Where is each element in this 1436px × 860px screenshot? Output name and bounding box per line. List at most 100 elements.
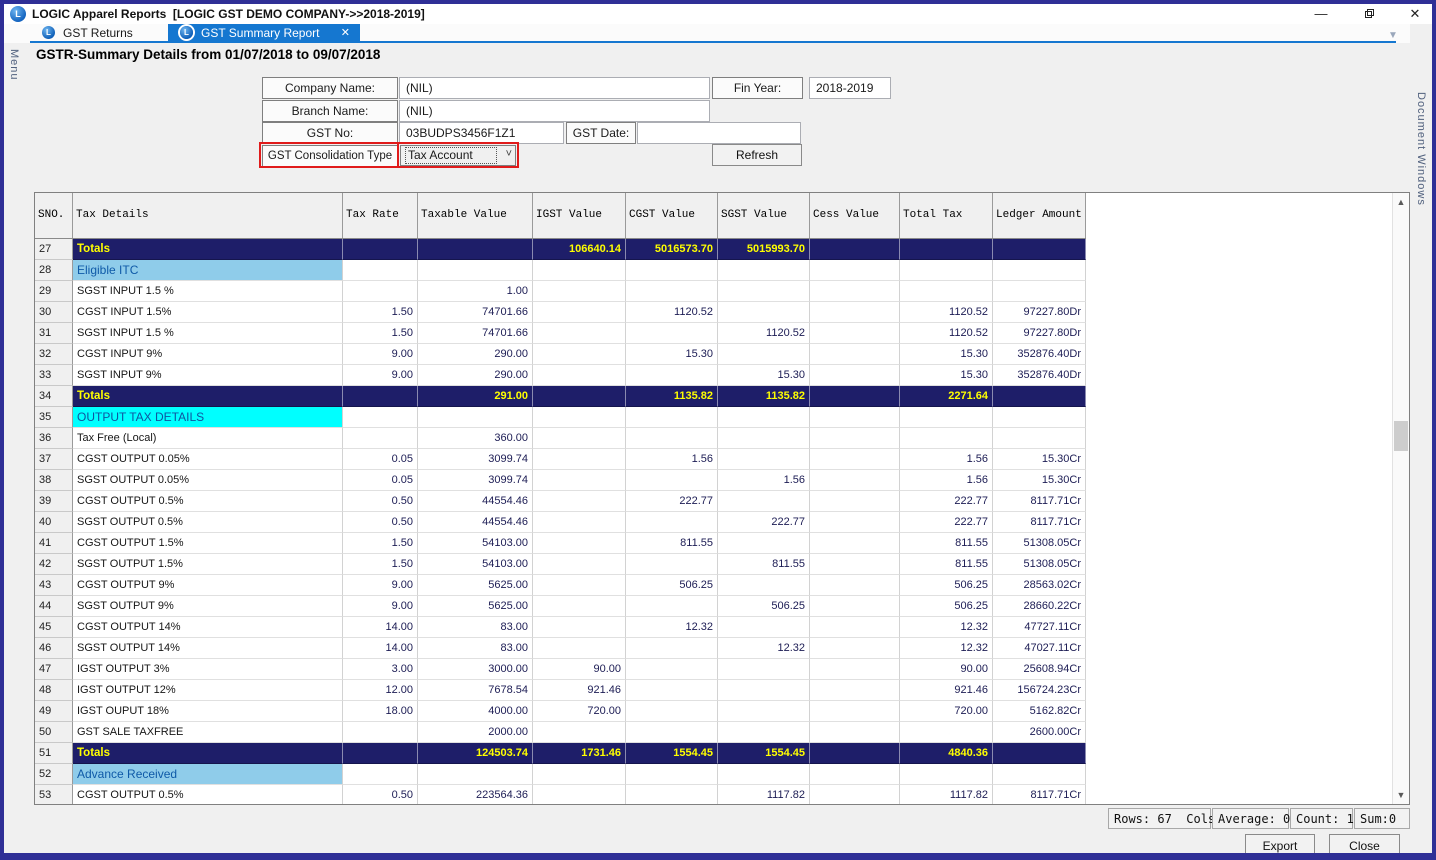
total-cell[interactable] (900, 722, 993, 743)
cgst-cell[interactable] (626, 365, 718, 386)
cess-cell[interactable] (810, 722, 900, 743)
taxable-cell[interactable]: 360.00 (418, 428, 533, 449)
igst-cell[interactable] (533, 302, 626, 323)
tax-details-cell[interactable]: SGST OUTPUT 9% (73, 596, 343, 617)
ledger-cell[interactable] (993, 764, 1086, 785)
taxable-cell[interactable]: 54103.00 (418, 533, 533, 554)
sgst-cell[interactable] (718, 260, 810, 281)
tax-details-cell[interactable]: SGST OUTPUT 1.5% (73, 554, 343, 575)
rate-cell[interactable]: 9.00 (343, 596, 418, 617)
sgst-cell[interactable] (718, 491, 810, 512)
rate-cell[interactable]: 9.00 (343, 344, 418, 365)
tax-details-cell[interactable]: Tax Free (Local) (73, 428, 343, 449)
cgst-cell[interactable]: 1554.45 (626, 743, 718, 764)
tax-details-cell[interactable]: SGST OUTPUT 14% (73, 638, 343, 659)
rate-cell[interactable]: 14.00 (343, 617, 418, 638)
rate-cell[interactable]: 18.00 (343, 701, 418, 722)
igst-cell[interactable] (533, 617, 626, 638)
ledger-cell[interactable]: 51308.05Cr (993, 554, 1086, 575)
taxable-cell[interactable]: 290.00 (418, 344, 533, 365)
igst-cell[interactable] (533, 323, 626, 344)
ledger-cell[interactable]: 352876.40Dr (993, 344, 1086, 365)
igst-cell[interactable] (533, 386, 626, 407)
scroll-up-arrow-icon[interactable]: ▲ (1393, 193, 1409, 211)
rate-cell[interactable]: 0.05 (343, 470, 418, 491)
tax-details-cell[interactable]: CGST OUTPUT 14% (73, 617, 343, 638)
igst-cell[interactable] (533, 722, 626, 743)
cess-cell[interactable] (810, 428, 900, 449)
tax-details-cell[interactable]: GST SALE TAXFREE (73, 722, 343, 743)
cgst-cell[interactable] (626, 596, 718, 617)
cess-cell[interactable] (810, 617, 900, 638)
vertical-scrollbar[interactable]: ▲ ▼ (1392, 193, 1409, 804)
total-cell[interactable]: 1.56 (900, 449, 993, 470)
sgst-cell[interactable] (718, 428, 810, 449)
tax-details-cell[interactable]: CGST OUTPUT 0.5% (73, 491, 343, 512)
row-number-cell[interactable]: 34 (35, 386, 73, 407)
igst-cell[interactable] (533, 470, 626, 491)
row-number-cell[interactable]: 42 (35, 554, 73, 575)
row-number-cell[interactable]: 37 (35, 449, 73, 470)
row-number-cell[interactable]: 41 (35, 533, 73, 554)
gst-consolidation-type-select[interactable]: Tax Account ˅ (400, 145, 516, 166)
cgst-cell[interactable]: 1120.52 (626, 302, 718, 323)
gst-date-field[interactable] (637, 122, 801, 144)
rate-cell[interactable]: 3.00 (343, 659, 418, 680)
total-cell[interactable]: 506.25 (900, 575, 993, 596)
cgst-cell[interactable]: 12.32 (626, 617, 718, 638)
row-number-cell[interactable]: 28 (35, 260, 73, 281)
rate-cell[interactable]: 12.00 (343, 680, 418, 701)
cgst-cell[interactable] (626, 323, 718, 344)
tab-gst-returns[interactable]: L GST Returns (30, 24, 168, 41)
cgst-cell[interactable] (626, 470, 718, 491)
ledger-cell[interactable]: 28660.22Cr (993, 596, 1086, 617)
taxable-cell[interactable] (418, 407, 533, 428)
cgst-cell[interactable] (626, 785, 718, 805)
sgst-cell[interactable]: 811.55 (718, 554, 810, 575)
rate-cell[interactable] (343, 764, 418, 785)
menu-collapsed-panel[interactable]: Menu (8, 49, 20, 81)
taxable-cell[interactable] (418, 764, 533, 785)
tax-details-cell[interactable]: SGST INPUT 1.5 % (73, 281, 343, 302)
tax-details-cell[interactable]: Eligible ITC (73, 260, 343, 281)
company-name-field[interactable]: (NIL) (399, 77, 710, 99)
tax-details-cell[interactable]: SGST INPUT 9% (73, 365, 343, 386)
cess-cell[interactable] (810, 239, 900, 260)
sgst-cell[interactable] (718, 407, 810, 428)
row-number-cell[interactable]: 43 (35, 575, 73, 596)
ledger-cell[interactable]: 47727.11Cr (993, 617, 1086, 638)
ledger-cell[interactable]: 51308.05Cr (993, 533, 1086, 554)
rate-cell[interactable]: 0.50 (343, 785, 418, 805)
ledger-cell[interactable] (993, 239, 1086, 260)
cgst-cell[interactable] (626, 680, 718, 701)
sgst-cell[interactable]: 5015993.70 (718, 239, 810, 260)
cgst-cell[interactable]: 5016573.70 (626, 239, 718, 260)
row-number-cell[interactable]: 31 (35, 323, 73, 344)
ledger-cell[interactable] (993, 428, 1086, 449)
cess-cell[interactable] (810, 596, 900, 617)
sgst-cell[interactable]: 506.25 (718, 596, 810, 617)
total-cell[interactable]: 15.30 (900, 365, 993, 386)
igst-cell[interactable] (533, 764, 626, 785)
sgst-cell[interactable]: 1554.45 (718, 743, 810, 764)
rate-cell[interactable]: 1.50 (343, 533, 418, 554)
cess-cell[interactable] (810, 449, 900, 470)
total-cell[interactable]: 1120.52 (900, 302, 993, 323)
cgst-cell[interactable] (626, 722, 718, 743)
igst-cell[interactable]: 720.00 (533, 701, 626, 722)
taxable-cell[interactable]: 83.00 (418, 638, 533, 659)
cgst-cell[interactable] (626, 764, 718, 785)
taxable-cell[interactable]: 44554.46 (418, 512, 533, 533)
taxable-cell[interactable]: 7678.54 (418, 680, 533, 701)
rate-cell[interactable]: 1.50 (343, 302, 418, 323)
taxable-cell[interactable]: 124503.74 (418, 743, 533, 764)
total-cell[interactable]: 12.32 (900, 638, 993, 659)
column-header-sgst-value[interactable]: SGST Value (718, 193, 810, 238)
sgst-cell[interactable] (718, 701, 810, 722)
scrollbar-thumb[interactable] (1394, 421, 1408, 451)
row-number-cell[interactable]: 49 (35, 701, 73, 722)
taxable-cell[interactable]: 5625.00 (418, 596, 533, 617)
taxable-cell[interactable]: 74701.66 (418, 302, 533, 323)
total-cell[interactable]: 811.55 (900, 533, 993, 554)
taxable-cell[interactable]: 5625.00 (418, 575, 533, 596)
